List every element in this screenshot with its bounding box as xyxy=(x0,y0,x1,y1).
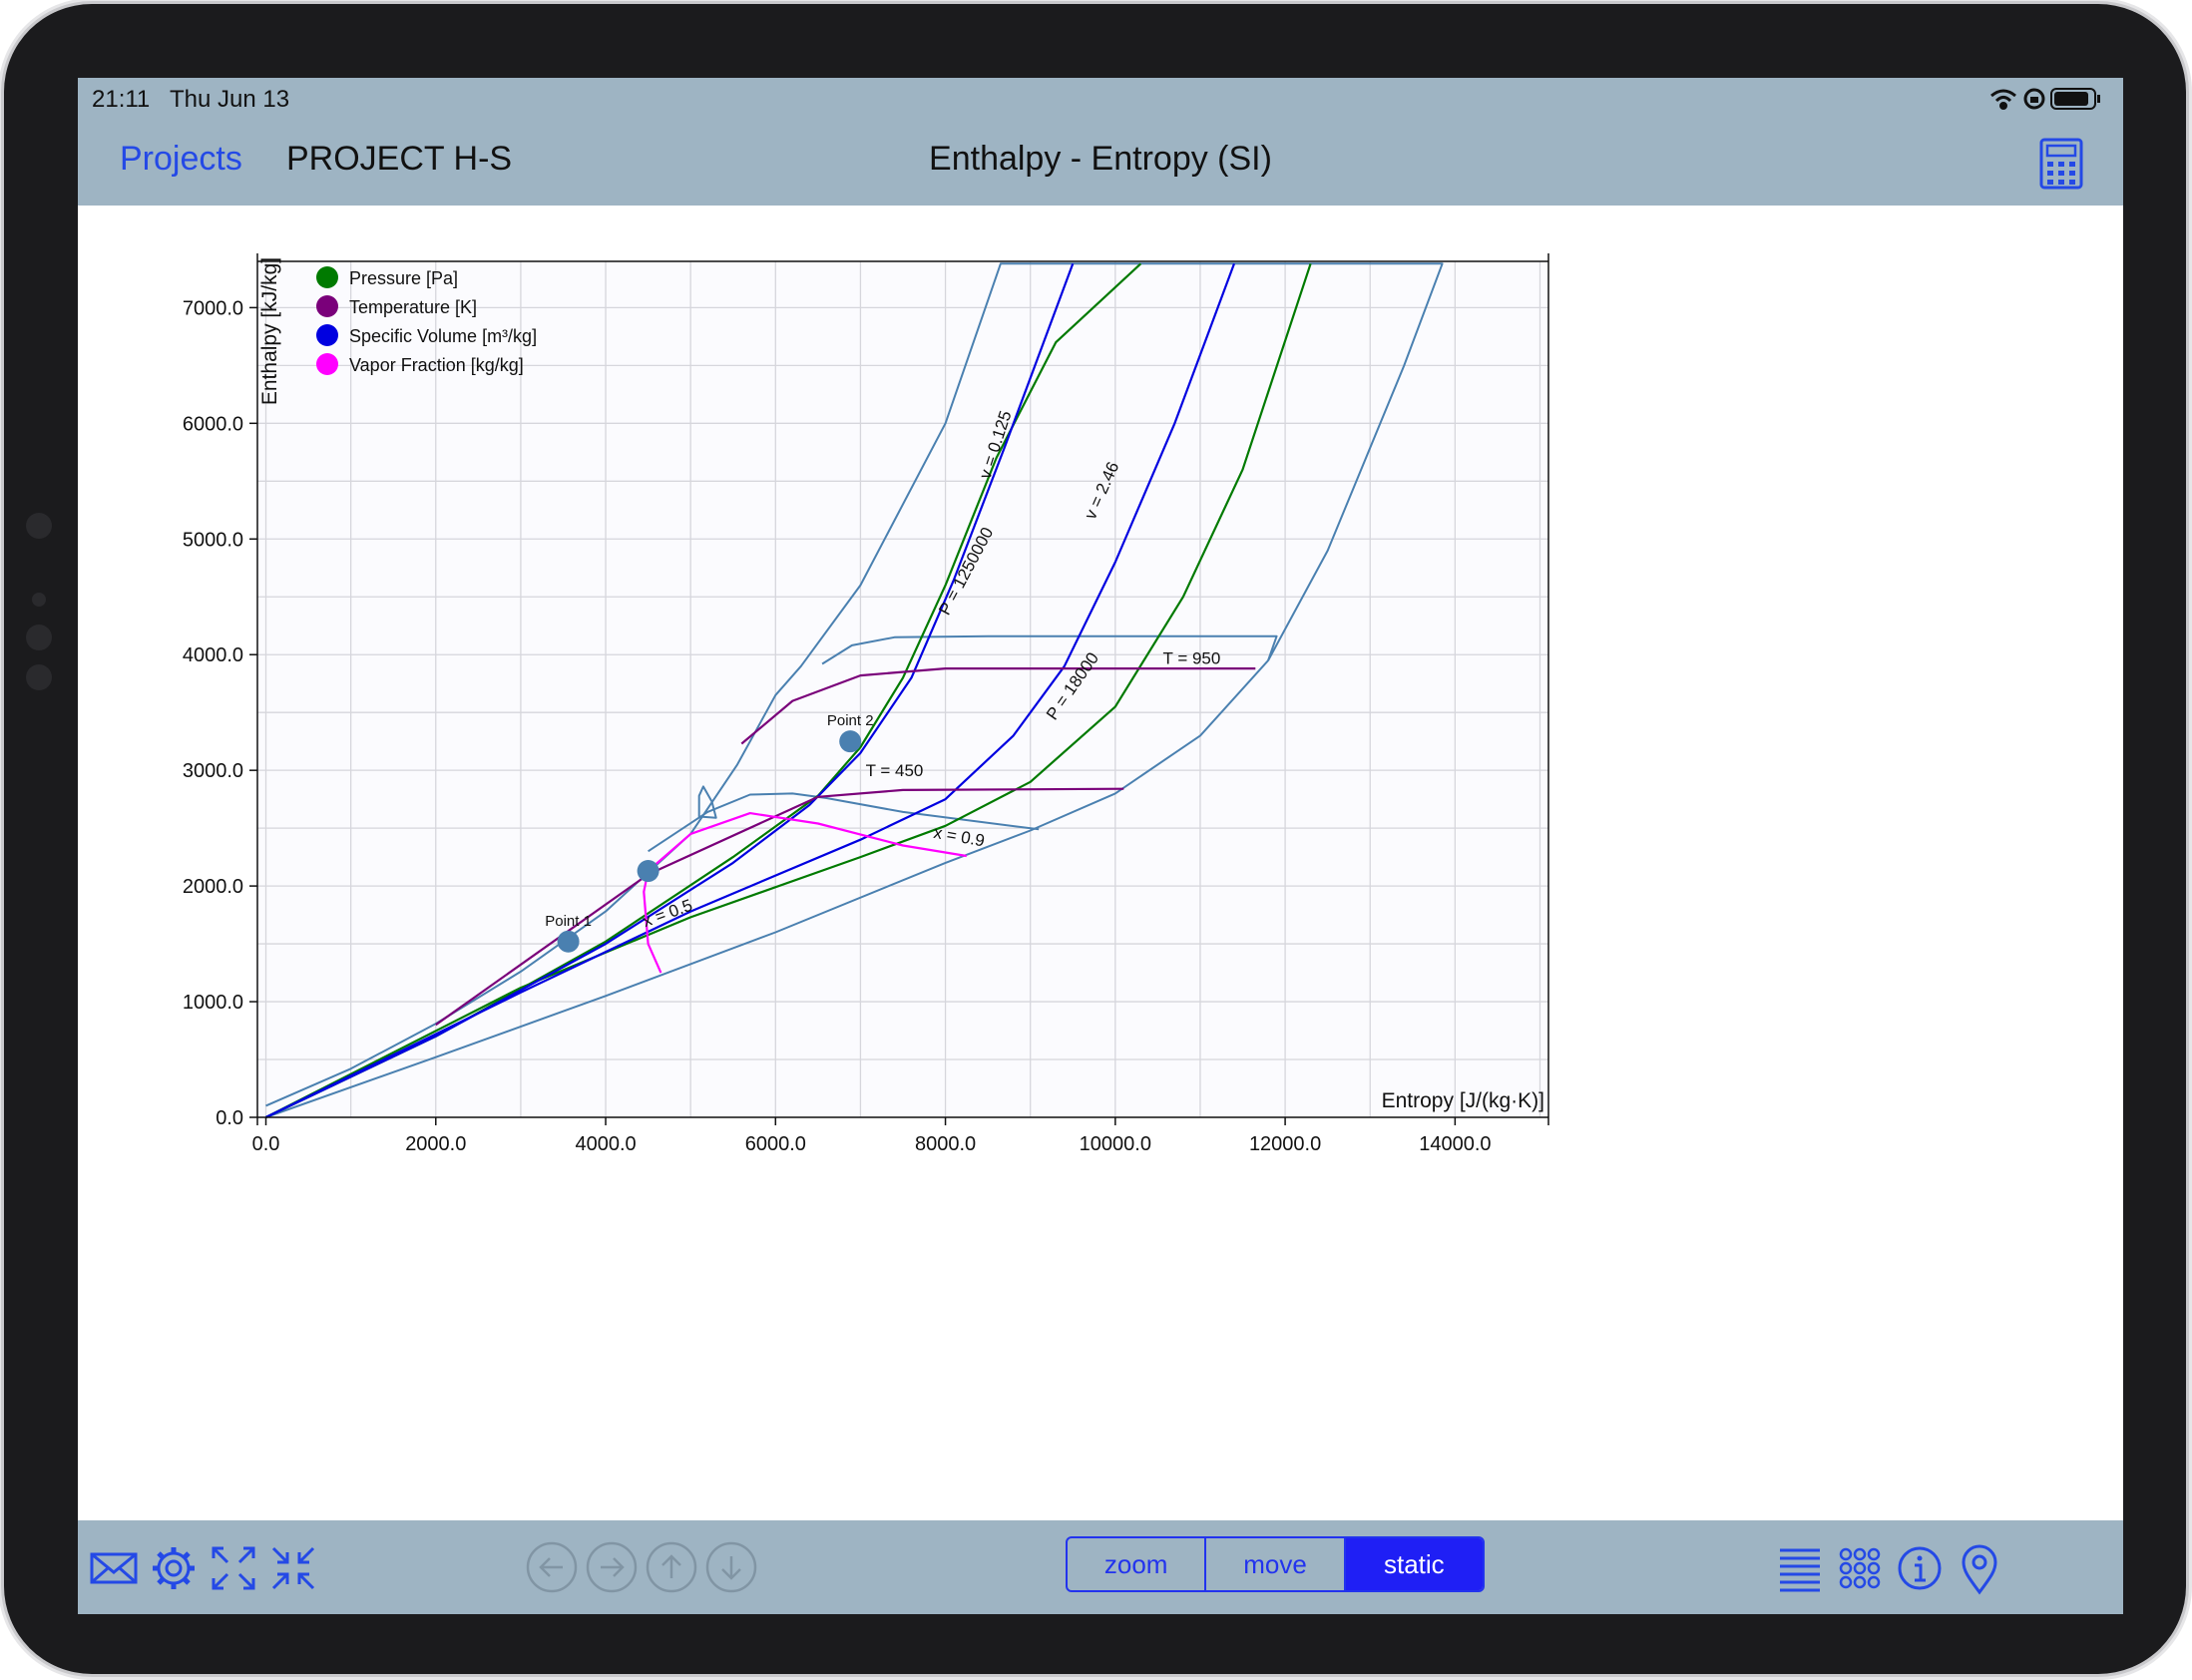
legend-label: Specific Volume [m³/kg] xyxy=(349,326,537,346)
state-point[interactable] xyxy=(637,860,659,883)
x-tick-label: 14000.0 xyxy=(1419,1133,1491,1155)
x-tick-label: 0.0 xyxy=(252,1133,280,1155)
page-title: Enthalpy - Entropy (SI) xyxy=(929,140,1272,178)
status-date: Thu Jun 13 xyxy=(170,86,290,113)
battery-icon xyxy=(2050,88,2100,110)
legend-label: Vapor Fraction [kg/kg] xyxy=(349,355,524,375)
x-tick-label: 2000.0 xyxy=(405,1133,466,1155)
mail-icon[interactable] xyxy=(84,1538,144,1598)
navigation-bar: 21:11 Thu Jun 13 Projects PROJECT H-S En… xyxy=(78,78,2123,206)
interaction-mode-control: zoom move static xyxy=(1066,1536,1485,1592)
x-tick-label: 8000.0 xyxy=(915,1133,976,1155)
state-point[interactable] xyxy=(557,930,580,953)
y-tick-label: 1000.0 xyxy=(183,992,243,1014)
y-tick-label: 7000.0 xyxy=(183,297,243,319)
enthalpy-entropy-chart[interactable]: P = 1250000P = 18000v = 0.125v = 2.46T =… xyxy=(78,206,2123,1510)
y-tick-label: 0.0 xyxy=(216,1107,243,1129)
gear-icon[interactable] xyxy=(144,1538,204,1598)
arrow-down-icon[interactable] xyxy=(704,1540,758,1594)
curve-label: T = 950 xyxy=(1163,648,1221,667)
curve-label: T = 450 xyxy=(866,761,924,780)
status-indicators xyxy=(1990,88,2100,110)
state-point-label: Point 2 xyxy=(827,712,874,729)
y-tick-label: 6000.0 xyxy=(183,413,243,435)
legend-swatch xyxy=(316,295,338,317)
segment-static[interactable]: static xyxy=(1343,1538,1483,1590)
status-time: 21:11 xyxy=(92,86,151,113)
legend-label: Pressure [Pa] xyxy=(349,268,458,288)
segment-move[interactable]: move xyxy=(1204,1538,1343,1590)
arrow-left-icon[interactable] xyxy=(525,1540,579,1594)
x-tick-label: 10000.0 xyxy=(1080,1133,1151,1155)
legend-swatch xyxy=(316,353,338,375)
collapse-icon[interactable] xyxy=(263,1538,323,1598)
chart-area[interactable]: P = 1250000 P = 18000 v = 0.125 v = 2.46 T =… xyxy=(78,206,2123,1510)
rotation-lock-icon xyxy=(2023,88,2045,110)
arrow-up-icon[interactable] xyxy=(645,1540,698,1594)
location-pin-icon[interactable] xyxy=(1950,1538,2009,1598)
list-icon[interactable] xyxy=(1770,1538,1830,1598)
expand-icon[interactable] xyxy=(204,1538,263,1598)
y-tick-label: 3000.0 xyxy=(183,760,243,782)
y-tick-label: 4000.0 xyxy=(183,644,243,666)
legend-label: Temperature [K] xyxy=(349,297,477,317)
legend-swatch xyxy=(316,266,338,288)
app-screen: 21:11 Thu Jun 13 Projects PROJECT H-S En… xyxy=(78,78,2123,1614)
arrow-right-icon[interactable] xyxy=(585,1540,639,1594)
bottom-toolbar: zoom move static xyxy=(78,1520,2123,1614)
grid-icon[interactable] xyxy=(1830,1538,1890,1598)
state-point[interactable] xyxy=(839,730,862,753)
info-icon[interactable] xyxy=(1890,1538,1950,1598)
state-point-label: Point 1 xyxy=(545,913,592,930)
x-tick-label: 4000.0 xyxy=(575,1133,636,1155)
y-tick-label: 5000.0 xyxy=(183,529,243,551)
tablet-frame: 21:11 Thu Jun 13 Projects PROJECT H-S En… xyxy=(4,4,2186,1674)
x-tick-label: 6000.0 xyxy=(745,1133,806,1155)
x-axis-label: Entropy [J/(kg·K)] xyxy=(1382,1089,1544,1112)
y-axis-label: Enthalpy [kJ/kg] xyxy=(258,257,281,405)
segment-zoom[interactable]: zoom xyxy=(1068,1538,1204,1590)
y-tick-label: 2000.0 xyxy=(183,876,243,898)
legend-swatch xyxy=(316,324,338,346)
calculator-icon[interactable] xyxy=(2039,138,2083,190)
wifi-icon xyxy=(1990,89,2016,110)
x-tick-label: 12000.0 xyxy=(1249,1133,1321,1155)
